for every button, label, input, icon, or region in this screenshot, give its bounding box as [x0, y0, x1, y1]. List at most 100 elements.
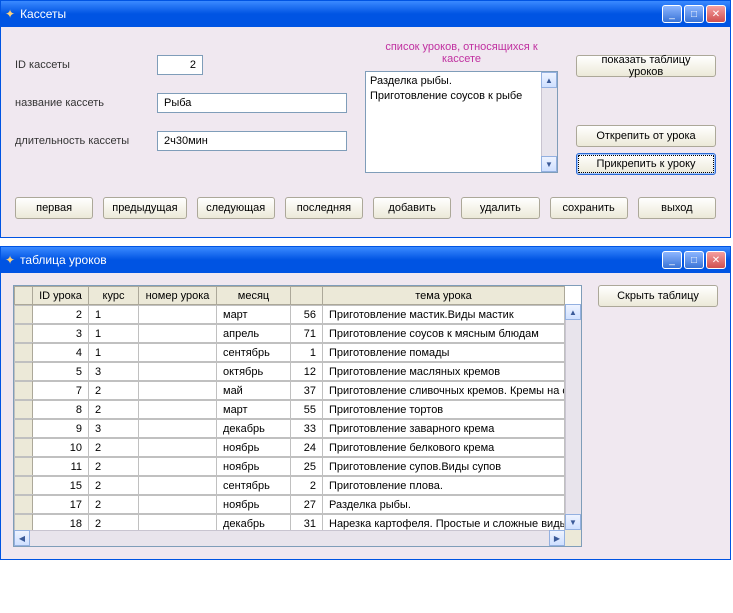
- cell-topic[interactable]: Приготовление помады: [323, 344, 565, 362]
- cell-month[interactable]: декабрь: [217, 420, 291, 438]
- col-id[interactable]: ID урока: [33, 287, 89, 305]
- maximize-button[interactable]: □: [684, 251, 704, 269]
- lessons-grid[interactable]: ID урока курс номер урока месяц тема уро…: [13, 285, 582, 547]
- table-row[interactable]: 8 2 март 55 Приготовление тортов: [14, 400, 565, 419]
- scroll-down-icon[interactable]: ▼: [565, 514, 581, 530]
- cell-id[interactable]: 7: [33, 382, 89, 400]
- table-row[interactable]: 10 2 ноябрь 24 Приготовление белкового к…: [14, 438, 565, 457]
- cell-n2[interactable]: 24: [291, 439, 323, 457]
- table-row[interactable]: 17 2 ноябрь 27 Разделка рыбы.: [14, 495, 565, 514]
- cell-course[interactable]: 2: [89, 496, 139, 514]
- cell-num[interactable]: [139, 306, 217, 324]
- cell-month[interactable]: ноябрь: [217, 496, 291, 514]
- col-topic[interactable]: тема урока: [323, 287, 565, 305]
- list-item[interactable]: Приготовление соусов к рыбе: [370, 89, 539, 104]
- delete-button[interactable]: удалить: [461, 197, 539, 219]
- minimize-button[interactable]: _: [662, 5, 682, 23]
- cell-month[interactable]: март: [217, 401, 291, 419]
- cell-course[interactable]: 2: [89, 382, 139, 400]
- cell-id[interactable]: 15: [33, 477, 89, 495]
- last-button[interactable]: последняя: [285, 197, 363, 219]
- table-row[interactable]: 3 1 апрель 71 Приготовление соусов к мяс…: [14, 324, 565, 343]
- cell-n2[interactable]: 71: [291, 325, 323, 343]
- close-button[interactable]: ✕: [706, 251, 726, 269]
- table-row[interactable]: 2 1 март 56 Приготовление мастик.Виды ма…: [14, 305, 565, 324]
- cell-num[interactable]: [139, 439, 217, 457]
- cell-n2[interactable]: 25: [291, 458, 323, 476]
- close-button[interactable]: ✕: [706, 5, 726, 23]
- list-item[interactable]: Разделка рыбы.: [370, 74, 539, 89]
- cell-num[interactable]: [139, 458, 217, 476]
- cell-topic[interactable]: Приготовление белкового крема: [323, 439, 565, 457]
- cell-month[interactable]: сентябрь: [217, 477, 291, 495]
- cell-course[interactable]: 1: [89, 306, 139, 324]
- cell-month[interactable]: ноябрь: [217, 439, 291, 457]
- cell-month[interactable]: ноябрь: [217, 458, 291, 476]
- cell-course[interactable]: 1: [89, 325, 139, 343]
- cell-topic[interactable]: Приготовление заварного крема: [323, 420, 565, 438]
- cell-course[interactable]: 2: [89, 458, 139, 476]
- cell-id[interactable]: 3: [33, 325, 89, 343]
- cell-num[interactable]: [139, 382, 217, 400]
- cell-course[interactable]: 2: [89, 439, 139, 457]
- cell-course[interactable]: 3: [89, 363, 139, 381]
- cell-n2[interactable]: 37: [291, 382, 323, 400]
- cell-course[interactable]: 2: [89, 401, 139, 419]
- cell-n2[interactable]: 27: [291, 496, 323, 514]
- cell-id[interactable]: 9: [33, 420, 89, 438]
- scroll-up-icon[interactable]: ▲: [565, 304, 581, 320]
- cell-num[interactable]: [139, 401, 217, 419]
- h-scrollbar[interactable]: [14, 530, 565, 546]
- scroll-down-icon[interactable]: ▼: [541, 156, 557, 172]
- cell-topic[interactable]: Приготовление плова.: [323, 477, 565, 495]
- minimize-button[interactable]: _: [662, 251, 682, 269]
- save-button[interactable]: сохранить: [550, 197, 628, 219]
- maximize-button[interactable]: □: [684, 5, 704, 23]
- cell-num[interactable]: [139, 363, 217, 381]
- table-row[interactable]: 7 2 май 37 Приготовление сливочных кремо…: [14, 381, 565, 400]
- next-button[interactable]: следующая: [197, 197, 275, 219]
- detach-button[interactable]: Открепить от урока: [576, 125, 716, 147]
- v-scrollbar[interactable]: [565, 304, 581, 530]
- first-button[interactable]: первая: [15, 197, 93, 219]
- cell-num[interactable]: [139, 325, 217, 343]
- scroll-left-icon[interactable]: ◀: [14, 530, 30, 546]
- cell-n2[interactable]: 12: [291, 363, 323, 381]
- duration-input[interactable]: [157, 131, 347, 151]
- cell-id[interactable]: 11: [33, 458, 89, 476]
- cell-topic[interactable]: Приготовление масляных кремов: [323, 363, 565, 381]
- col-month[interactable]: месяц: [217, 287, 291, 305]
- cell-course[interactable]: 3: [89, 420, 139, 438]
- cell-topic[interactable]: Приготовление сливочных кремов. Кремы на…: [323, 382, 565, 400]
- titlebar[interactable]: ✦ таблица уроков _ □ ✕: [1, 247, 730, 273]
- scroll-up-icon[interactable]: ▲: [541, 72, 557, 88]
- col-n2[interactable]: [291, 287, 323, 305]
- cell-num[interactable]: [139, 496, 217, 514]
- cell-n2[interactable]: 56: [291, 306, 323, 324]
- table-row[interactable]: 4 1 сентябрь 1 Приготовление помады: [14, 343, 565, 362]
- cell-topic[interactable]: Приготовление супов.Виды супов: [323, 458, 565, 476]
- lessons-listbox[interactable]: Разделка рыбы. Приготовление соусов к ры…: [365, 71, 558, 173]
- cell-course[interactable]: 1: [89, 344, 139, 362]
- cell-n2[interactable]: 33: [291, 420, 323, 438]
- cell-id[interactable]: 2: [33, 306, 89, 324]
- add-button[interactable]: добавить: [373, 197, 451, 219]
- table-row[interactable]: 11 2 ноябрь 25 Приготовление супов.Виды …: [14, 457, 565, 476]
- show-table-button[interactable]: показать таблицу уроков: [576, 55, 716, 77]
- id-input[interactable]: [157, 55, 203, 75]
- cell-n2[interactable]: 1: [291, 344, 323, 362]
- cell-id[interactable]: 8: [33, 401, 89, 419]
- attach-button[interactable]: Прикрепить к уроку: [576, 153, 716, 175]
- hide-table-button[interactable]: Скрыть таблицу: [598, 285, 718, 307]
- table-row[interactable]: 9 3 декабрь 33 Приготовление заварного к…: [14, 419, 565, 438]
- cell-month[interactable]: октябрь: [217, 363, 291, 381]
- cell-id[interactable]: 4: [33, 344, 89, 362]
- cell-id[interactable]: 17: [33, 496, 89, 514]
- cell-month[interactable]: сентябрь: [217, 344, 291, 362]
- cell-n2[interactable]: 55: [291, 401, 323, 419]
- titlebar[interactable]: ✦ Кассеты _ □ ✕: [1, 1, 730, 27]
- cell-topic[interactable]: Приготовление соусов к мясным блюдам: [323, 325, 565, 343]
- cell-num[interactable]: [139, 420, 217, 438]
- cell-topic[interactable]: Приготовление мастик.Виды мастик: [323, 306, 565, 324]
- cell-id[interactable]: 5: [33, 363, 89, 381]
